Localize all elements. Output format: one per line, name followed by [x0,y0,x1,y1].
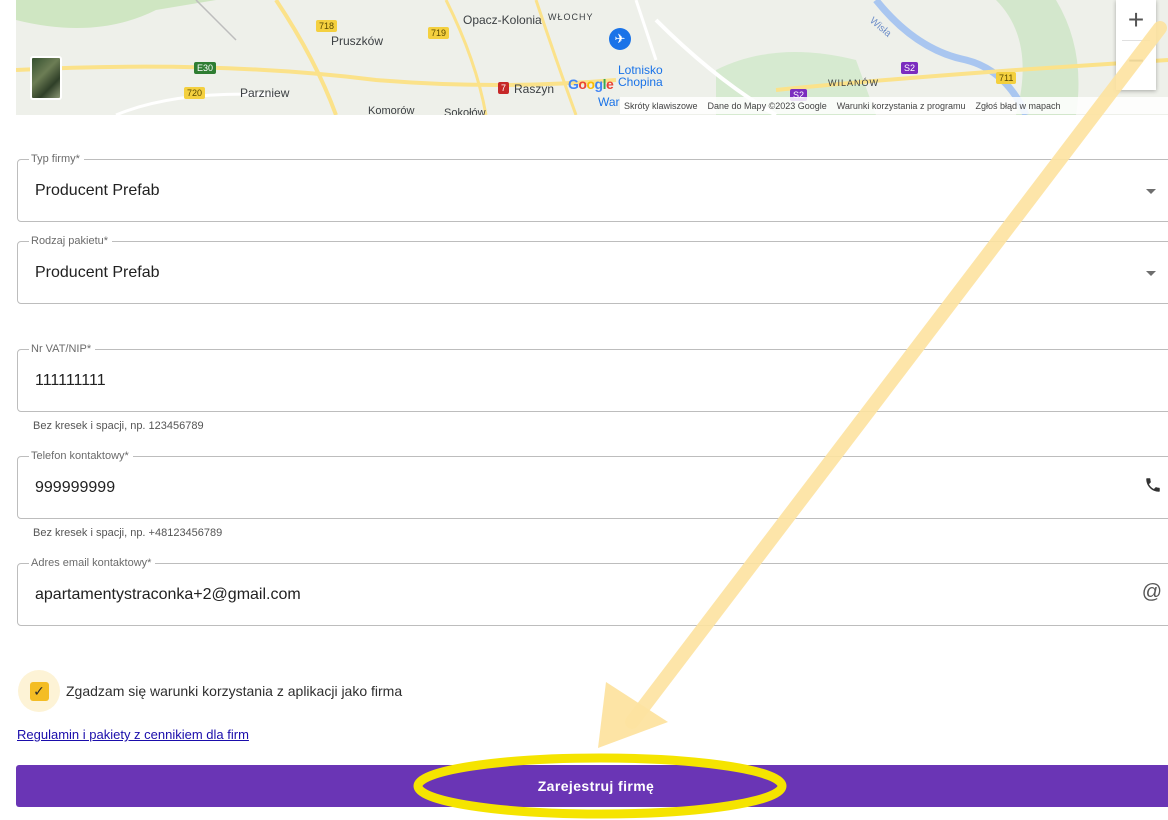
consent-checkbox[interactable]: ✓ [18,670,60,712]
phone-icon [1144,476,1162,499]
map-data-attribution: Dane do Mapy ©2023 Google [707,100,827,111]
package-type-value: Producent Prefab [35,264,160,281]
satellite-toggle-thumbnail[interactable] [30,56,62,100]
map-place-label: Parzniew [240,86,290,100]
package-type-select[interactable]: Rodzaj pakietu* Producent Prefab [17,234,1168,304]
road-shield: 720 [184,87,206,99]
airport-pin-icon[interactable]: ✈ [609,28,631,50]
road-shield: 719 [428,27,450,39]
road-shield: 718 [316,20,338,32]
consent-label[interactable]: Zgadzam się warunki korzystania z aplika… [66,683,402,699]
zoom-controls: + − [1116,0,1156,90]
road-shield: 7 [498,82,510,94]
map-place-label: WILANÓW [828,78,879,88]
map-place-label: Opacz-Kolonia [463,13,542,27]
terms-and-pricing-link[interactable]: Regulamin i pakiety z cennikiem dla firm [17,727,249,742]
road-shield: E30 [194,62,217,74]
zoom-in-button[interactable]: + [1116,0,1156,40]
vat-nip-helper-text: Bez kresek i spacji, np. 123456789 [33,420,204,432]
vat-nip-field[interactable]: Nr VAT/NIP* 111111111 [17,342,1168,412]
phone-label: Telefon kontaktowy* [29,449,133,463]
register-company-button[interactable]: Zarejestruj firmę [16,765,1168,807]
email-value[interactable]: apartamentystraconka+2@gmail.com [35,585,301,605]
phone-helper-text: Bez kresek i spacji, np. +48123456789 [33,527,223,539]
at-sign-icon: @ [1141,581,1162,603]
map-place-label: War [598,95,620,109]
phone-field[interactable]: Telefon kontaktowy* 999999999 [17,449,1168,519]
airport-label[interactable]: Lotnisko Chopina [618,64,688,88]
company-type-label: Typ firmy* [29,152,84,166]
check-icon: ✓ [29,681,49,701]
email-label: Adres email kontaktowy* [29,556,156,570]
company-type-value: Producent Prefab [35,182,160,199]
map-place-label: Pruszków [331,34,384,48]
email-field[interactable]: Adres email kontaktowy* apartamentystrac… [17,556,1168,626]
map-place-label: Komorów [368,105,415,115]
report-map-error-link[interactable]: Zgłoś błąd w mapach [975,101,1060,111]
vat-nip-label: Nr VAT/NIP* [29,342,96,356]
package-type-label: Rodzaj pakietu* [29,234,113,248]
map-place-label: Sokołów [444,107,486,115]
map-place-label: Raszyn [514,82,555,96]
map-terms-link[interactable]: Warunki korzystania z programu [837,101,966,111]
phone-value[interactable]: 999999999 [35,478,115,498]
company-type-select[interactable]: Typ firmy* Producent Prefab [17,152,1168,222]
google-logo: Google [568,76,614,92]
chevron-down-icon[interactable] [1146,189,1156,194]
chevron-down-icon[interactable] [1146,271,1156,276]
keyboard-shortcuts-link[interactable]: Skróty klawiszowe [624,101,698,111]
map-place-label: WŁOCHY [548,12,594,22]
road-shield: S2 [901,62,919,74]
zoom-out-button[interactable]: − [1116,41,1156,81]
road-shield: 711 [996,72,1017,84]
map-attribution-bar: Skróty klawiszowe Dane do Mapy ©2023 Goo… [620,97,1168,114]
vat-nip-value[interactable]: 111111111 [35,371,106,391]
map-view[interactable]: 718 719 E30 720 7 S2 S2 711 Opacz-Koloni… [16,0,1168,115]
